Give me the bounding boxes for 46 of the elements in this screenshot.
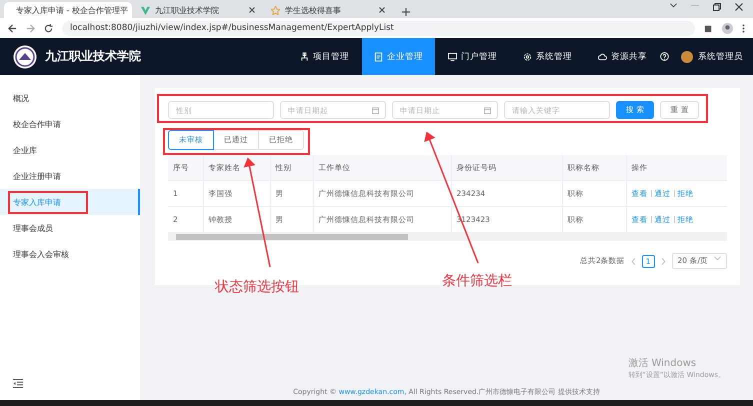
nav-tab[interactable]: 资源共享 bbox=[585, 38, 660, 75]
sidebar-item[interactable]: 理事会成员 bbox=[0, 215, 140, 241]
chevron-down-icon[interactable] bbox=[670, 3, 677, 8]
calendar-icon bbox=[372, 106, 379, 114]
cloud-icon bbox=[598, 52, 607, 62]
user-menu[interactable]: 系统管理员 bbox=[681, 50, 743, 62]
address-bar[interactable]: localhost:8080/jiuzhi/view/index.jsp#/businessManagement/ExpertApplyList bbox=[62, 20, 695, 36]
close-icon[interactable] bbox=[735, 3, 743, 11]
sitemap-icon bbox=[300, 52, 309, 62]
close-icon[interactable] bbox=[249, 7, 255, 13]
profile-icon[interactable] bbox=[722, 22, 733, 34]
calendar-icon bbox=[484, 106, 491, 114]
back-arrow-icon[interactable] bbox=[8, 24, 17, 32]
collapse-menu-icon[interactable] bbox=[13, 379, 23, 388]
nav-tab[interactable]: 系统管理 bbox=[510, 38, 585, 75]
monitor-icon bbox=[448, 52, 457, 62]
menu-icon[interactable] bbox=[742, 24, 745, 32]
sidebar-item[interactable]: 理事会入会审核 bbox=[0, 241, 140, 267]
activation-notice-title: 激活 Windows bbox=[628, 357, 698, 370]
restore-icon[interactable] bbox=[713, 3, 721, 11]
annotation-label: 条件筛选栏 bbox=[442, 272, 512, 290]
browser-tab[interactable]: 九江职业技术学院 bbox=[134, 2, 262, 18]
horizontal-scrollbar[interactable] bbox=[168, 232, 727, 241]
star-icon bbox=[271, 6, 280, 14]
nav-tab[interactable]: 门户管理 bbox=[435, 38, 510, 75]
sidebar-item[interactable]: 概况 bbox=[0, 85, 140, 111]
chevron-down-icon bbox=[714, 256, 721, 261]
v-logo-icon bbox=[141, 6, 150, 14]
sidebar-item[interactable]: 校企合作申请 bbox=[0, 111, 140, 137]
nav-tab[interactable]: 项目管理 bbox=[287, 38, 362, 75]
annotation-label: 状态筛选按钮 bbox=[215, 278, 299, 296]
browser-tab[interactable]: 学生选校得喜事 bbox=[264, 2, 392, 18]
reload-icon[interactable] bbox=[44, 24, 53, 32]
gear-icon bbox=[523, 52, 532, 62]
help-icon[interactable] bbox=[660, 52, 669, 61]
tab-title: 九江职业技术学院 bbox=[155, 4, 219, 16]
sidebar-item[interactable]: 企业注册申请 bbox=[0, 163, 140, 189]
document-icon bbox=[374, 52, 383, 62]
close-icon[interactable] bbox=[379, 7, 385, 13]
tab-title: 专家入库申请 - 校企合作管理平 bbox=[16, 4, 128, 16]
school-title: 九江职业技术学院 bbox=[45, 48, 141, 65]
school-emblem-icon bbox=[13, 44, 37, 68]
browser-tab[interactable]: 专家入库申请 - 校企合作管理平 bbox=[4, 2, 132, 18]
sidebar-item[interactable]: 企业库 bbox=[0, 137, 140, 163]
tab-title: 学生选校得喜事 bbox=[285, 4, 341, 16]
avatar-icon bbox=[681, 50, 693, 62]
